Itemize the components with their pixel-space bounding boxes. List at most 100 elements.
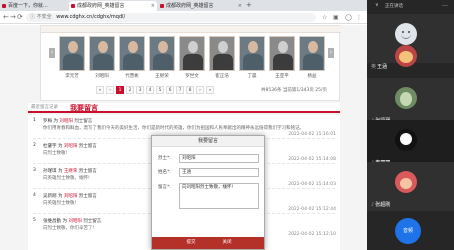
- collapse-icon[interactable]: ∨: [375, 2, 379, 8]
- participant-tile[interactable]: ♪张超刚: [367, 162, 454, 211]
- entry-to: 为: [57, 169, 63, 174]
- hero-portrait[interactable]: [239, 36, 265, 71]
- new-tab-button[interactable]: +: [246, 1, 252, 10]
- tab-close-icon[interactable]: ×: [151, 1, 155, 11]
- breadcrumb[interactable]: 最近留言记录: [31, 104, 58, 112]
- hero-portrait[interactable]: [209, 36, 235, 71]
- avatar: [395, 87, 417, 109]
- page-button-current[interactable]: 1: [116, 86, 124, 94]
- page-button[interactable]: 8: [186, 86, 194, 94]
- audio-button[interactable]: 音频: [395, 218, 421, 244]
- tab-close-icon[interactable]: ×: [238, 1, 242, 11]
- speaking-label: 正在讲话: [385, 4, 403, 9]
- name-field-label: 姓名*:: [158, 170, 171, 175]
- entry-author: 孙瑾琪 为 王继荣 烈士留言: [43, 168, 97, 174]
- hero-portrait[interactable]: [179, 36, 205, 71]
- hero-name[interactable]: 代营彬: [119, 73, 145, 81]
- author-name: 罗梅: [43, 119, 52, 124]
- reload-button[interactable]: ⟳: [17, 13, 23, 22]
- page-button[interactable]: 3: [136, 86, 144, 94]
- entry-to: 为: [62, 219, 67, 224]
- hero-name[interactable]: 丁晨: [239, 73, 265, 81]
- hero-portrait[interactable]: [269, 36, 295, 71]
- url-text: www.cdghx.cn/cdghx/mqdl/: [56, 14, 126, 20]
- hero-name[interactable]: 王继荣: [149, 73, 175, 81]
- hero-name[interactable]: 李元芳: [59, 73, 85, 81]
- entry-hero-link[interactable]: 刘昭阳: [59, 119, 73, 124]
- tab-label: 百度一下，你就...: [8, 3, 48, 9]
- page-first-button[interactable]: «: [96, 86, 104, 94]
- pagination-info: 共8536条 当前第1/343页 25/页: [261, 88, 328, 93]
- entry-label: 烈士留言: [78, 169, 97, 174]
- page-button[interactable]: 4: [146, 86, 154, 94]
- tab-second[interactable]: 成都政府网_英雄留言 ×: [158, 1, 244, 11]
- dialog-footer: 提交 关闭: [152, 237, 264, 249]
- close-button[interactable]: 关闭: [212, 237, 242, 249]
- page-button[interactable]: 6: [166, 86, 174, 94]
- tab-favicon-icon: [71, 4, 75, 8]
- entry-hero-link[interactable]: 刘昭阳: [64, 194, 78, 199]
- submit-button[interactable]: 提交: [176, 237, 206, 249]
- entry-number: 5: [33, 218, 36, 223]
- tab-baidu[interactable]: 百度一下，你就...: [0, 1, 68, 11]
- entry-author: 罗梅 为 刘昭阳 烈士留言: [43, 118, 92, 124]
- hero-portrait[interactable]: [149, 36, 175, 71]
- entry-hero-link[interactable]: 王继荣: [64, 169, 78, 174]
- page-button[interactable]: 5: [156, 86, 164, 94]
- entry-label: 烈士留言: [78, 144, 97, 149]
- entry-to: 为: [57, 194, 63, 199]
- entry-hero-link[interactable]: 刘昭阳: [68, 219, 82, 224]
- avatar: [395, 171, 417, 193]
- extensions-icon[interactable]: ▣: [333, 13, 339, 22]
- avatar: [395, 45, 417, 67]
- hero-top-strip: [41, 26, 341, 33]
- security-indicator[interactable]: ⓘ 不安全: [30, 14, 52, 20]
- message-field-label: 留言*:: [158, 185, 171, 190]
- back-button[interactable]: ←: [3, 13, 9, 22]
- avatar: [395, 23, 417, 45]
- participant-tile[interactable]: 英王涵: [367, 43, 454, 73]
- author-name: 吴新刚: [43, 194, 57, 199]
- tab-active[interactable]: 成都政府网_英雄留言 ×: [69, 1, 157, 11]
- hero-portrait[interactable]: [89, 36, 115, 71]
- hero-portrait[interactable]: [59, 36, 85, 71]
- tab-favicon-icon: [160, 4, 164, 8]
- carousel-prev-button[interactable]: ‹: [49, 48, 55, 58]
- hero-name[interactable]: 杨益: [299, 73, 325, 81]
- hero-name[interactable]: 罗世文: [179, 73, 205, 81]
- hero-portrait[interactable]: [299, 36, 325, 71]
- entry-number: 2: [33, 143, 36, 148]
- entry-time: 2022-04-02 15:16:01: [288, 132, 336, 137]
- page-next-button[interactable]: ›: [196, 86, 204, 94]
- page-button[interactable]: 7: [176, 86, 184, 94]
- message-dialog: 我要留言 烈士*: 刘昭阳 姓名*: 王涵 留言*: 向刘昭阳烈士致敬，缅怀! …: [151, 135, 265, 250]
- name-field[interactable]: 王涵: [179, 168, 259, 177]
- hero-name[interactable]: 崔正浩: [209, 73, 235, 81]
- forward-button[interactable]: →: [10, 13, 16, 22]
- dialog-title: 我要留言: [152, 136, 264, 147]
- screen: 百度一下，你就... 成都政府网_英雄留言 × 成都政府网_英雄留言 × + ←…: [0, 0, 454, 250]
- page-prev-button[interactable]: ‹: [106, 86, 114, 94]
- profile-icon[interactable]: ◯: [345, 13, 352, 22]
- menu-icon[interactable]: ⋮: [356, 13, 362, 22]
- tab-favicon-icon: [2, 4, 6, 8]
- meeting-header: ∨ 正在讲话 …: [367, 0, 454, 12]
- entry-time: 2022-04-02 15:14:08: [288, 157, 336, 162]
- star-icon[interactable]: ☆: [322, 13, 327, 22]
- entry-time: 2022-04-02 15:12:44: [288, 207, 336, 212]
- hero-field[interactable]: 刘昭阳: [179, 154, 259, 163]
- address-bar: ← → ⟳ ⓘ 不安全 www.cdghx.cn/cdghx/mqdl/ ☆ ▣…: [0, 11, 367, 24]
- hero-portrait[interactable]: [119, 36, 145, 71]
- mic-icon: ♪: [371, 202, 375, 208]
- message-field[interactable]: 向刘昭阳烈士致敬，缅怀!: [179, 183, 259, 209]
- meeting-panel: ∨ 正在讲话 … 英王涵 ♪张贤瑾 ♪李丽丽 ♪张超刚 音频: [367, 0, 454, 250]
- more-icon[interactable]: …: [442, 1, 448, 8]
- hero-name[interactable]: 王亚平: [269, 73, 295, 81]
- page-button[interactable]: 2: [126, 86, 134, 94]
- page-last-button[interactable]: »: [206, 86, 214, 94]
- hero-name[interactable]: 刘昭阳: [89, 73, 115, 81]
- author-name: 杜肇宇: [43, 144, 57, 149]
- browser-window: 百度一下，你就... 成都政府网_英雄留言 × 成都政府网_英雄留言 × + ←…: [0, 0, 367, 250]
- entry-hero-link[interactable]: 刘昭阳: [64, 144, 78, 149]
- url-input[interactable]: ⓘ 不安全 www.cdghx.cn/cdghx/mqdl/: [26, 13, 316, 22]
